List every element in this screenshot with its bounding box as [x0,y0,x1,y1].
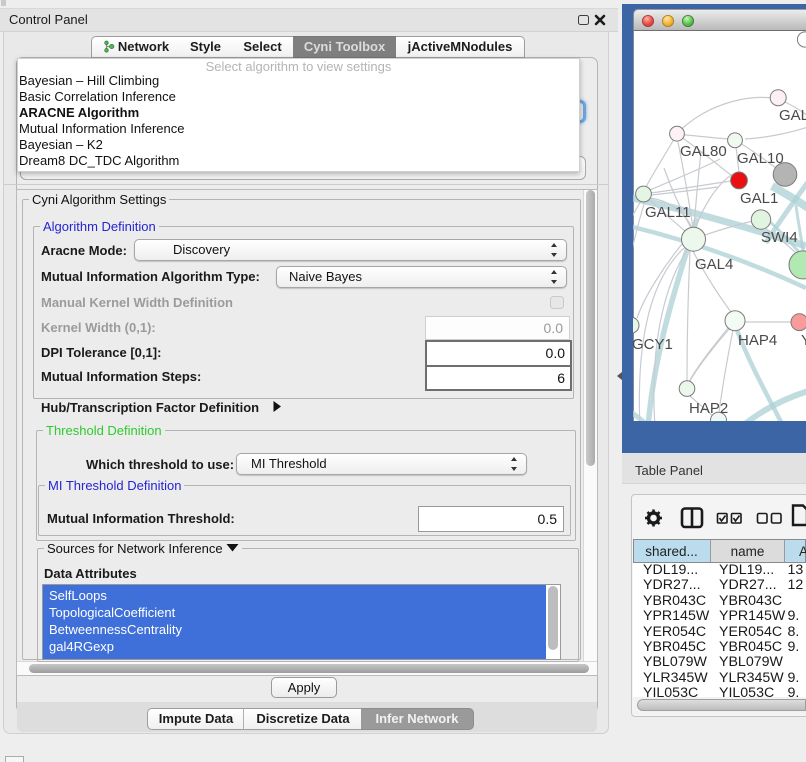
svg-text:GAL4: GAL4 [695,256,733,273]
svg-text:GCY1: GCY1 [633,336,673,353]
svg-text:HAP4: HAP4 [738,332,777,349]
svg-text:SWI4: SWI4 [761,229,798,246]
svg-text:GAL7: GAL7 [779,107,806,124]
svg-text:HAP2: HAP2 [689,400,728,417]
svg-text:GAL80: GAL80 [680,143,727,160]
svg-text:GAL1: GAL1 [740,190,778,207]
svg-text:GAL10: GAL10 [737,150,784,167]
svg-text:Y: Y [801,332,806,349]
svg-text:GAL11: GAL11 [645,204,691,221]
